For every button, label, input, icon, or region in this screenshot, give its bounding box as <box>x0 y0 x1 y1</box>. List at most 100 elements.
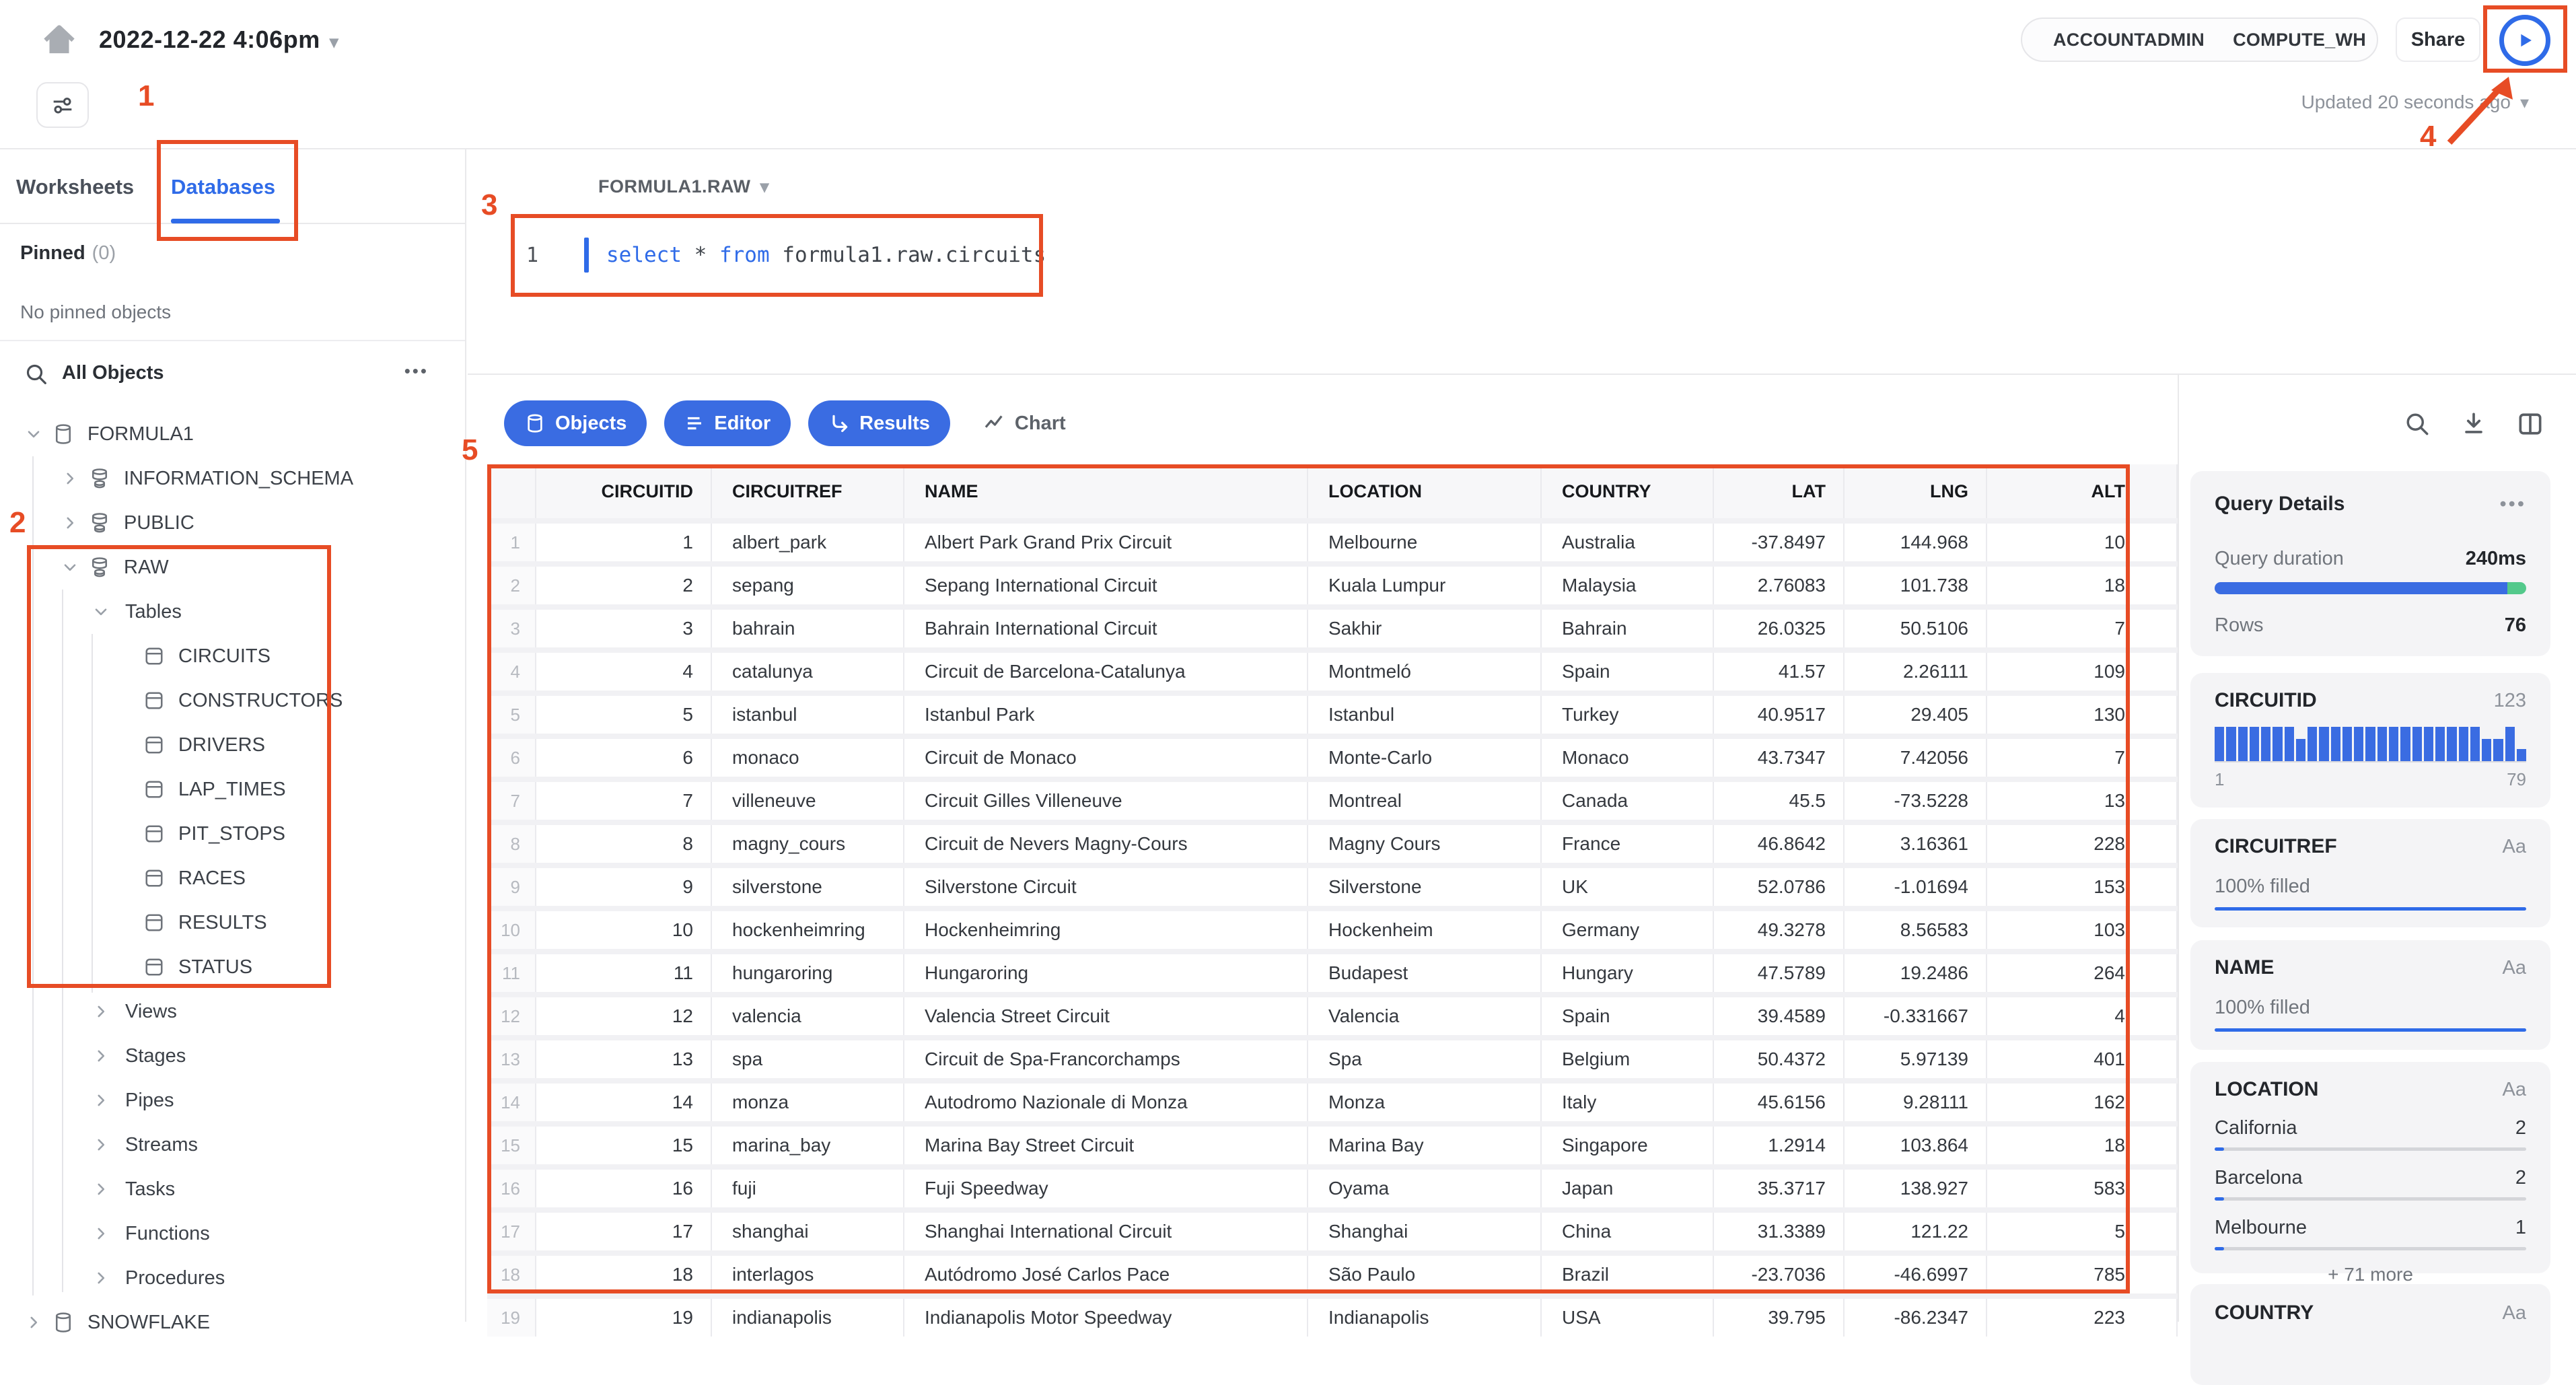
cell-name[interactable]: Circuit de Barcelona-Catalunya <box>904 653 1308 690</box>
cell-country[interactable]: Bahrain <box>1542 610 1714 647</box>
query-details-menu-ellipsis[interactable]: ••• <box>2500 493 2526 516</box>
cell-location[interactable]: Montmeló <box>1308 653 1542 690</box>
cell-circuitid[interactable]: 5 <box>536 696 712 734</box>
cell-name[interactable]: Circuit de Spa-Francorchamps <box>904 1040 1308 1078</box>
tree-item-pit_stops[interactable]: PIT_STOPS <box>0 812 465 856</box>
tree-item-status[interactable]: STATUS <box>0 945 465 989</box>
tree-item-tables[interactable]: Tables <box>0 590 465 634</box>
cell-country[interactable]: Malaysia <box>1542 567 1714 604</box>
cell-country[interactable]: Italy <box>1542 1084 1714 1121</box>
cell-location[interactable]: Valencia <box>1308 997 1542 1035</box>
share-button[interactable]: Share <box>2396 17 2480 62</box>
cell-lng[interactable]: 121.22 <box>1845 1213 1987 1250</box>
cell-lng[interactable]: 8.56583 <box>1845 911 1987 949</box>
cell-alt[interactable]: 162 <box>1987 1084 2178 1121</box>
cell-lng[interactable]: 101.738 <box>1845 567 1987 604</box>
cell-alt[interactable]: 785 <box>1987 1256 2178 1293</box>
cell-location[interactable]: Kuala Lumpur <box>1308 567 1542 604</box>
cell-name[interactable]: Circuit de Nevers Magny-Cours <box>904 825 1308 863</box>
tree-item-views[interactable]: Views <box>0 989 465 1034</box>
cell-country[interactable]: Spain <box>1542 997 1714 1035</box>
table-row[interactable]: 17 17 shanghai Shanghai International Circu… <box>487 1213 2178 1250</box>
cell-circuitref[interactable]: valencia <box>712 997 904 1035</box>
cell-circuitref[interactable]: interlagos <box>712 1256 904 1293</box>
cell-circuitid[interactable]: 12 <box>536 997 712 1035</box>
table-row[interactable]: 1 1 albert_park Albert Park Grand Prix Circ… <box>487 524 2178 561</box>
cell-location[interactable]: São Paulo <box>1308 1256 1542 1293</box>
cell-lng[interactable]: 3.16361 <box>1845 825 1987 863</box>
cell-circuitid[interactable]: 16 <box>536 1170 712 1207</box>
cell-circuitid[interactable]: 19 <box>536 1299 712 1337</box>
cell-country[interactable]: Australia <box>1542 524 1714 561</box>
cell-location[interactable]: Sakhir <box>1308 610 1542 647</box>
location-stats-card[interactable]: LOCATION Aa California 2 Barcelona 2 Mel… <box>2190 1062 2550 1285</box>
cell-name[interactable]: Autodromo Nazionale di Monza <box>904 1084 1308 1121</box>
cell-alt[interactable]: 5 <box>1987 1213 2178 1250</box>
table-row[interactable]: 14 14 monza Autodromo Nazionale di Monza Mon… <box>487 1084 2178 1121</box>
tab-worksheets[interactable]: Worksheets <box>16 175 134 199</box>
cell-lat[interactable]: 39.4589 <box>1714 997 1845 1035</box>
cell-circuitid[interactable]: 4 <box>536 653 712 690</box>
tree-item-constructors[interactable]: CONSTRUCTORS <box>0 678 465 723</box>
cell-country[interactable]: Germany <box>1542 911 1714 949</box>
cell-lat[interactable]: 45.5 <box>1714 782 1845 820</box>
cell-circuitid[interactable]: 2 <box>536 567 712 604</box>
cell-circuitref[interactable]: albert_park <box>712 524 904 561</box>
cell-lat[interactable]: 40.9517 <box>1714 696 1845 734</box>
cell-alt[interactable]: 103 <box>1987 911 2178 949</box>
tree-item-results[interactable]: RESULTS <box>0 900 465 945</box>
location-more-link[interactable]: + 71 more <box>2215 1264 2526 1285</box>
worksheet-title[interactable]: 2022-12-22 4:06pm ▾ <box>99 26 338 54</box>
cell-circuitid[interactable]: 9 <box>536 868 712 906</box>
tree-item-pipes[interactable]: Pipes <box>0 1078 465 1123</box>
cell-circuitref[interactable]: catalunya <box>712 653 904 690</box>
cell-lat[interactable]: 45.6156 <box>1714 1084 1845 1121</box>
cell-name[interactable]: Autódromo José Carlos Pace <box>904 1256 1308 1293</box>
cell-circuitref[interactable]: silverstone <box>712 868 904 906</box>
cell-circuitref[interactable]: hungaroring <box>712 954 904 992</box>
cell-circuitref[interactable]: hockenheimring <box>712 911 904 949</box>
cell-circuitid[interactable]: 1 <box>536 524 712 561</box>
cell-circuitref[interactable]: shanghai <box>712 1213 904 1250</box>
table-row[interactable]: 4 4 catalunya Circuit de Barcelona-Cataluny… <box>487 653 2178 690</box>
cell-circuitref[interactable]: villeneuve <box>712 782 904 820</box>
cell-lat[interactable]: 43.7347 <box>1714 739 1845 777</box>
table-row[interactable]: 2 2 sepang Sepang International Circuit Kual… <box>487 567 2178 604</box>
cell-lng[interactable]: -86.2347 <box>1845 1299 1987 1337</box>
cell-name[interactable]: Indianapolis Motor Speedway <box>904 1299 1308 1337</box>
cell-circuitref[interactable]: magny_cours <box>712 825 904 863</box>
cell-circuitid[interactable]: 8 <box>536 825 712 863</box>
split-columns-icon[interactable] <box>2515 409 2545 439</box>
run-query-button[interactable] <box>2499 15 2550 66</box>
cell-lat[interactable]: 47.5789 <box>1714 954 1845 992</box>
chart-tab-button[interactable]: Chart <box>982 412 1066 435</box>
cell-name[interactable]: Albert Park Grand Prix Circuit <box>904 524 1308 561</box>
cell-alt[interactable]: 264 <box>1987 954 2178 992</box>
table-row[interactable]: 13 13 spa Circuit de Spa-Francorchamps Spa Be… <box>487 1040 2178 1078</box>
cell-alt[interactable]: 109 <box>1987 653 2178 690</box>
cell-country[interactable]: China <box>1542 1213 1714 1250</box>
table-row[interactable]: 16 16 fuji Fuji Speedway Oyama Japan 35.3717 13… <box>487 1170 2178 1207</box>
cell-circuitref[interactable]: spa <box>712 1040 904 1078</box>
cell-alt[interactable]: 223 <box>1987 1299 2178 1337</box>
tree-item-streams[interactable]: Streams <box>0 1123 465 1167</box>
cell-name[interactable]: Istanbul Park <box>904 696 1308 734</box>
cell-location[interactable]: Budapest <box>1308 954 1542 992</box>
column-header-name[interactable]: NAME <box>904 464 1308 518</box>
tree-item-races[interactable]: RACES <box>0 856 465 900</box>
circuitid-stats-card[interactable]: CIRCUITID 123 1 79 <box>2190 673 2550 808</box>
cell-lng[interactable]: 5.97139 <box>1845 1040 1987 1078</box>
cell-country[interactable]: Hungary <box>1542 954 1714 992</box>
cell-country[interactable]: USA <box>1542 1299 1714 1337</box>
cell-lng[interactable]: -46.6997 <box>1845 1256 1987 1293</box>
cell-circuitref[interactable]: monza <box>712 1084 904 1121</box>
cell-alt[interactable]: 18 <box>1987 567 2178 604</box>
cell-alt[interactable]: 153 <box>1987 868 2178 906</box>
cell-alt[interactable]: 18 <box>1987 1127 2178 1164</box>
column-header-location[interactable]: LOCATION <box>1308 464 1542 518</box>
country-stats-card[interactable]: COUNTRY Aa <box>2190 1284 2550 1385</box>
table-row[interactable]: 6 6 monaco Circuit de Monaco Monte-Carlo Mona… <box>487 739 2178 777</box>
tree-item-raw[interactable]: RAW <box>0 545 465 590</box>
cell-name[interactable]: Bahrain International Circuit <box>904 610 1308 647</box>
cell-location[interactable]: Monte-Carlo <box>1308 739 1542 777</box>
